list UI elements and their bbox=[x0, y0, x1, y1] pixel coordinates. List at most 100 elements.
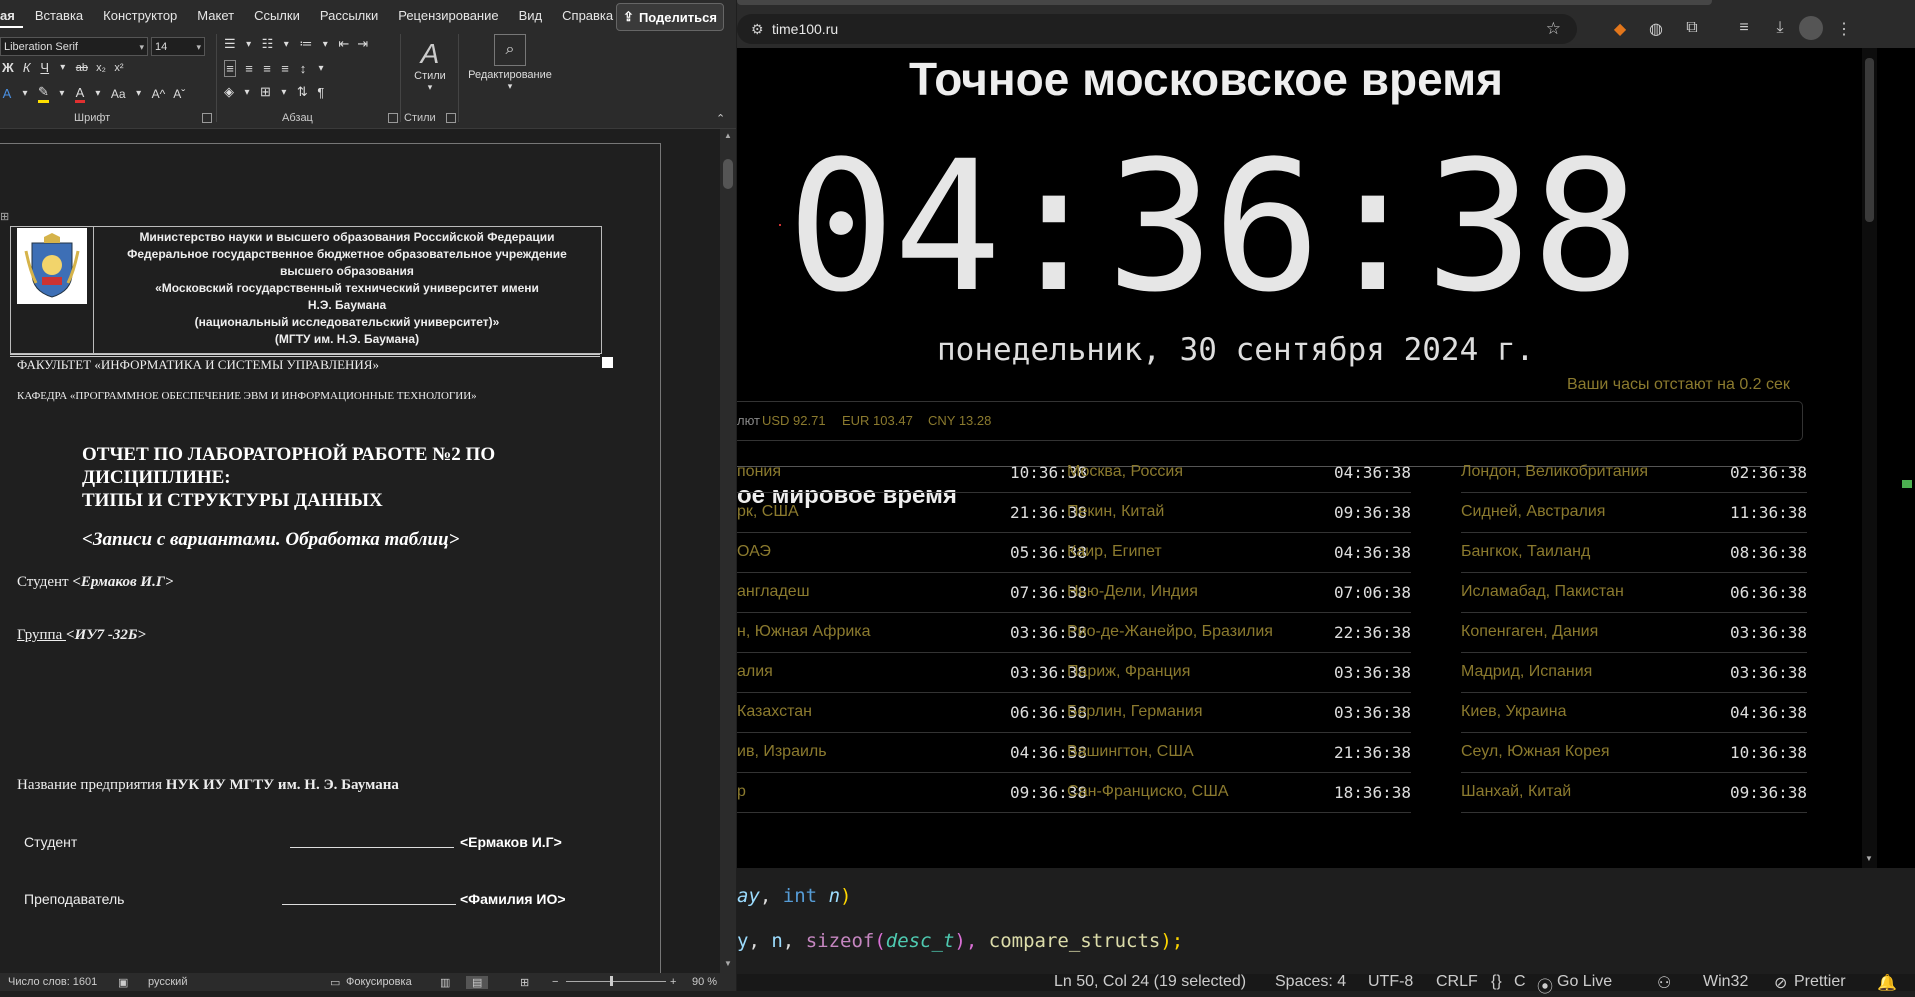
cursor-position[interactable]: Ln 50, Col 24 (19 selected) bbox=[1054, 973, 1246, 991]
end-of-line[interactable]: CRLF bbox=[1436, 973, 1478, 991]
zoom-slider[interactable] bbox=[566, 981, 666, 982]
city-name[interactable]: Рио-де-Жанейро, Бразилия bbox=[1067, 623, 1273, 641]
word-count[interactable]: Число слов: 1601 bbox=[8, 976, 97, 988]
encoding[interactable]: UTF-8 bbox=[1368, 973, 1413, 991]
align-left-icon[interactable]: ≡ bbox=[224, 60, 236, 77]
world-time-row[interactable]: Каир, Египет 04:36:38 bbox=[1067, 532, 1411, 573]
language-status[interactable]: русский bbox=[148, 976, 187, 988]
city-name[interactable]: англадеш bbox=[737, 583, 810, 601]
tab-insert[interactable]: Вставка bbox=[23, 6, 91, 28]
table-move-handle-icon[interactable]: ⊞ bbox=[0, 210, 9, 223]
metamask-icon[interactable]: ◆ bbox=[1609, 19, 1631, 39]
tab-review[interactable]: Рецензирование bbox=[386, 6, 506, 28]
bold-icon[interactable]: Ж bbox=[2, 60, 14, 75]
subscript-icon[interactable]: x₂ bbox=[96, 62, 106, 74]
chevron-down-icon[interactable]: ▾ bbox=[242, 87, 252, 98]
rate-cny[interactable]: CNY 13.28 bbox=[928, 413, 991, 428]
table-resize-handle[interactable] bbox=[602, 357, 613, 368]
highlight-icon[interactable]: ✎ bbox=[38, 84, 49, 103]
pilcrow-icon[interactable]: ¶ bbox=[316, 85, 326, 100]
city-name[interactable]: Сеул, Южная Корея bbox=[1461, 743, 1610, 761]
downloads-icon[interactable]: ⤓ bbox=[1769, 19, 1791, 37]
city-name[interactable]: Каир, Египет bbox=[1067, 543, 1162, 561]
indentation[interactable]: Spaces: 4 bbox=[1275, 973, 1346, 991]
world-time-row[interactable]: Сеул, Южная Корея 10:36:38 bbox=[1461, 732, 1807, 773]
world-time-row[interactable]: Нью-Дели, Индия 07:06:38 bbox=[1067, 572, 1411, 613]
document-page[interactable]: ⊞ Министерство науки и высшего образован… bbox=[0, 143, 661, 984]
world-time-row[interactable]: Пекин, Китай 09:36:38 bbox=[1067, 492, 1411, 533]
city-name[interactable]: Нью-Дели, Индия bbox=[1067, 583, 1198, 601]
chevron-down-icon[interactable]: ▾ bbox=[93, 88, 103, 99]
font-color-icon[interactable]: A bbox=[74, 85, 85, 103]
city-name[interactable]: Шанхай, Китай bbox=[1461, 783, 1571, 801]
bullets-icon[interactable]: ☰ bbox=[224, 36, 236, 52]
extensions-icon[interactable]: ⧉ bbox=[1681, 19, 1703, 37]
scroll-down-icon[interactable]: ▼ bbox=[724, 959, 732, 968]
strikethrough-icon[interactable]: ab bbox=[76, 62, 88, 74]
world-time-row[interactable]: Берлин, Германия 03:36:38 bbox=[1067, 692, 1411, 733]
justify-icon[interactable]: ≡ bbox=[280, 61, 290, 76]
bookmark-star-icon[interactable]: ☆ bbox=[1546, 19, 1561, 39]
grow-font-icon[interactable]: A^ bbox=[152, 87, 166, 101]
print-layout-icon[interactable]: ▤ bbox=[466, 976, 489, 989]
city-name[interactable]: Исламабад, Пакистан bbox=[1461, 583, 1624, 601]
shading-icon[interactable]: ◈ bbox=[224, 84, 234, 100]
world-time-row[interactable]: пония 10:36:38 bbox=[737, 452, 1087, 493]
city-name[interactable]: н, Южная Африка bbox=[737, 623, 871, 641]
city-name[interactable]: Москва, Россия bbox=[1067, 463, 1183, 481]
site-settings-icon[interactable]: ⚙ bbox=[751, 21, 764, 38]
zoom-in-icon[interactable]: + bbox=[670, 976, 676, 988]
tab-mailings[interactable]: Рассылки bbox=[308, 6, 386, 28]
font-name-select[interactable]: Liberation Serif ▾ bbox=[0, 37, 148, 56]
chevron-down-icon[interactable]: ▾ bbox=[244, 39, 254, 50]
tab-design[interactable]: Конструктор bbox=[91, 6, 185, 28]
line-spacing-icon[interactable]: ↕ bbox=[298, 61, 308, 76]
scroll-up-icon[interactable]: ▲ bbox=[724, 131, 732, 140]
city-name[interactable]: Сидней, Австралия bbox=[1461, 503, 1605, 521]
rate-eur[interactable]: EUR 103.47 bbox=[842, 413, 913, 428]
document-scrollbar[interactable]: ▲ ▼ bbox=[720, 129, 736, 973]
url-text[interactable]: time100.ru bbox=[772, 21, 838, 37]
share-button[interactable]: ⇪ Поделиться bbox=[616, 3, 724, 31]
chevron-down-icon[interactable]: ▾ bbox=[316, 63, 326, 74]
platform[interactable]: Win32 bbox=[1703, 973, 1748, 991]
world-time-row[interactable]: Киев, Украина 04:36:38 bbox=[1461, 692, 1807, 733]
city-name[interactable]: Копенгаген, Дания bbox=[1461, 623, 1598, 641]
go-live-button[interactable]: Go Live bbox=[1557, 973, 1612, 991]
tab-help[interactable]: Справка bbox=[550, 6, 621, 28]
world-time-row[interactable]: Москва, Россия 04:36:38 bbox=[1067, 452, 1411, 493]
world-time-row[interactable]: Вашингтон, США 21:36:38 bbox=[1067, 732, 1411, 773]
city-name[interactable]: Лондон, Великобритания bbox=[1461, 463, 1648, 481]
language-mode[interactable]: C bbox=[1514, 973, 1526, 991]
world-time-row[interactable]: Казахстан 06:36:38 bbox=[737, 692, 1087, 733]
focus-mode[interactable]: Фокусировка bbox=[346, 976, 412, 988]
city-name[interactable]: Сан-Франциско, США bbox=[1067, 783, 1229, 801]
world-time-row[interactable]: р 09:36:38 bbox=[737, 772, 1087, 813]
zoom-out-icon[interactable]: − bbox=[552, 976, 558, 988]
tab-layout[interactable]: Макет bbox=[185, 6, 242, 28]
world-time-row[interactable]: Сидней, Австралия 11:36:38 bbox=[1461, 492, 1807, 533]
city-name[interactable]: р bbox=[737, 783, 746, 801]
focus-icon[interactable]: ▭ bbox=[330, 976, 340, 989]
chevron-down-icon[interactable]: ▾ bbox=[281, 39, 291, 50]
page-scrollbar[interactable]: ▼ bbox=[1862, 48, 1877, 868]
world-time-row[interactable]: Исламабад, Пакистан 06:36:38 bbox=[1461, 572, 1807, 613]
world-time-row[interactable]: ОАЭ 05:36:38 bbox=[737, 532, 1087, 573]
text-effects-icon[interactable]: A bbox=[2, 86, 12, 101]
vpn-globe-icon[interactable]: ◍ bbox=[1645, 19, 1667, 39]
numbering-icon[interactable]: ☷ bbox=[262, 36, 274, 52]
collapse-ribbon-icon[interactable]: ⌃ bbox=[716, 112, 725, 125]
world-time-row[interactable]: Рио-де-Жанейро, Бразилия 22:36:38 bbox=[1067, 612, 1411, 653]
code-editor[interactable]: ay, int n) y, n, sizeof(desc_t), compare… bbox=[737, 868, 1915, 974]
scrollbar-thumb[interactable] bbox=[723, 159, 733, 189]
city-name[interactable]: Пекин, Китай bbox=[1067, 503, 1164, 521]
increase-indent-icon[interactable]: ⇥ bbox=[357, 36, 368, 52]
chevron-down-icon[interactable]: ▾ bbox=[57, 88, 67, 99]
font-dialog-launcher-icon[interactable] bbox=[202, 113, 212, 123]
city-name[interactable]: Вашингтон, США bbox=[1067, 743, 1194, 761]
shrink-font-icon[interactable]: Aˇ bbox=[173, 87, 185, 101]
city-name[interactable]: ив, Израиль bbox=[737, 743, 827, 761]
decrease-indent-icon[interactable]: ⇤ bbox=[338, 36, 349, 52]
scroll-down-icon[interactable]: ▼ bbox=[1865, 854, 1873, 863]
prettier-status[interactable]: Prettier bbox=[1794, 973, 1846, 991]
